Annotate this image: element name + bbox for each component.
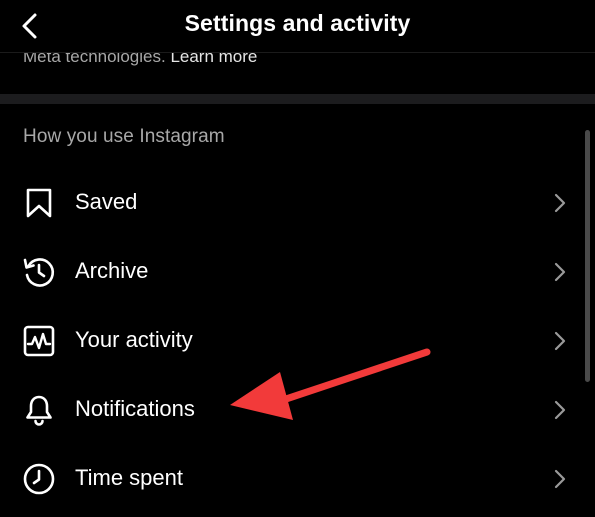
scrollbar[interactable] [585,130,590,382]
menu-item-label: Your activity [75,327,193,352]
activity-icon [22,324,56,358]
chevron-right-icon [554,262,566,282]
menu-item-label: Archive [75,258,149,283]
annotation-arrow-icon [230,348,431,420]
header-divider [0,52,595,53]
meta-notice-mask [0,68,595,94]
header-bar: Settings and activity [0,0,595,52]
page-title: Settings and activity [184,10,411,36]
archive-history-icon [22,255,56,289]
chevron-right-icon [554,400,566,420]
menu-item-label: Saved [75,189,138,214]
chevron-right-icon [554,193,566,213]
bookmark-icon [22,186,56,220]
clock-icon [22,462,56,496]
menu-item-saved[interactable]: Saved [0,168,580,236]
menu-item-label: Time spent [75,465,184,490]
bell-icon [22,393,56,427]
menu-item-time-spent[interactable]: Time spent [0,444,580,512]
section-separator [0,94,595,104]
chevron-right-icon [554,331,566,351]
chevron-right-icon [554,469,566,489]
section-title: How you use Instagram [23,126,225,147]
menu-item-label: Notifications [75,396,195,421]
menu-item-archive[interactable]: Archive [0,237,580,305]
